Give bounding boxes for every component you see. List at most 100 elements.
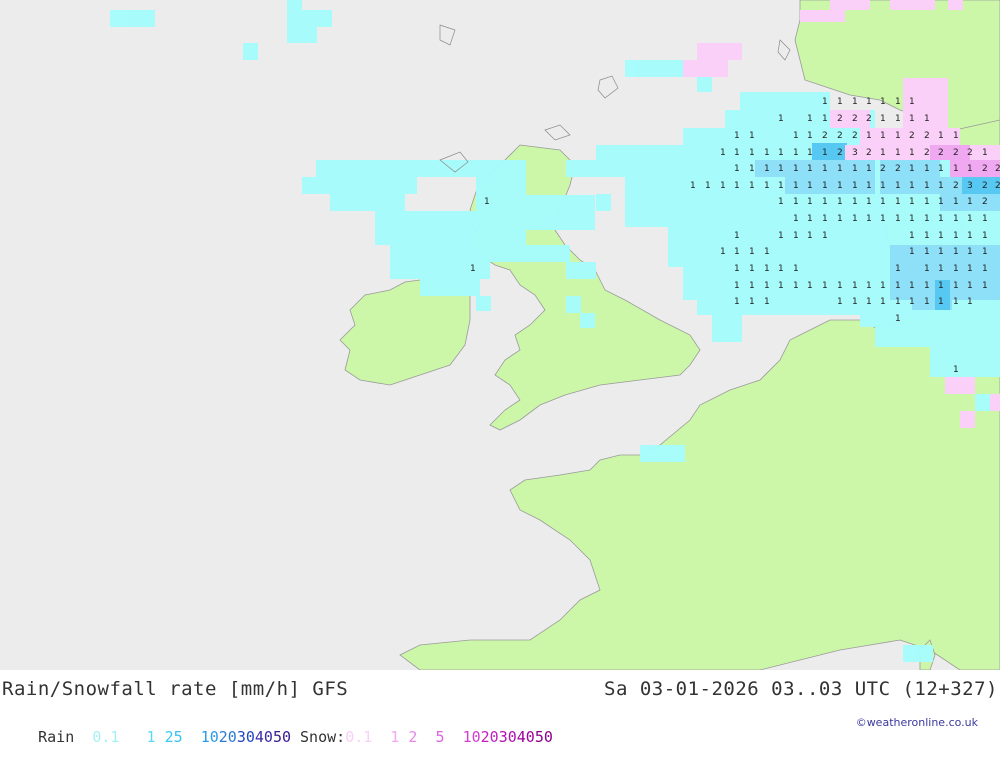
value-label: 1 (967, 281, 973, 291)
value-label: 1 (938, 214, 944, 224)
rain-legend-value: 0.1 (92, 728, 120, 746)
value-label: 2 (895, 164, 901, 174)
value-label: 1 (866, 97, 872, 107)
value-label: 1 (822, 231, 828, 241)
value-label: 1 (924, 281, 930, 291)
rain-legend-value: 30 (236, 728, 255, 746)
value-label: 1 (822, 197, 828, 207)
value-label: 1 (734, 131, 740, 141)
value-label: 2 (967, 148, 973, 158)
value-label: 2 (924, 131, 930, 141)
value-label: 1 (807, 281, 813, 291)
rain-legend-value: 5 (173, 728, 183, 746)
value-label: 1 (909, 247, 915, 257)
value-label: 1 (967, 197, 973, 207)
rain-legend-value: 40 (254, 728, 273, 746)
value-label: 2 (995, 181, 1000, 191)
value-label: 3 (967, 181, 973, 191)
value-label: 1 (924, 114, 930, 124)
value-label: 1 (793, 214, 799, 224)
snow-legend-value: 10 (462, 728, 481, 746)
value-label: 1 (924, 297, 930, 307)
snow-legend-value: 40 (516, 728, 535, 746)
value-label: 1 (778, 197, 784, 207)
value-label: 1 (982, 264, 988, 274)
value-label: 1 (749, 148, 755, 158)
value-label: 1 (734, 297, 740, 307)
value-label: 1 (807, 214, 813, 224)
value-label: 1 (734, 281, 740, 291)
value-label: 1 (895, 264, 901, 274)
value-label: 1 (793, 148, 799, 158)
value-label: 1 (895, 281, 901, 291)
value-label: 1 (837, 164, 843, 174)
value-label: 1 (953, 365, 959, 375)
rain-legend-value: 1 (146, 728, 156, 746)
copyright-link[interactable]: ©weatheronline.co.uk (856, 716, 978, 729)
value-label: 1 (764, 164, 770, 174)
value-label: 1 (938, 231, 944, 241)
value-label: 1 (807, 148, 813, 158)
value-label: 1 (895, 97, 901, 107)
value-label: 1 (807, 197, 813, 207)
value-label: 1 (778, 164, 784, 174)
value-label: 1 (924, 264, 930, 274)
value-label: 1 (880, 131, 886, 141)
value-label: 1 (982, 281, 988, 291)
value-label: 1 (953, 281, 959, 291)
value-label: 1 (967, 214, 973, 224)
value-label: 1 (837, 97, 843, 107)
value-label: 2 (837, 131, 843, 141)
value-label: 1 (938, 131, 944, 141)
map-canvas: 1 1 1 1 1 1 1 1 1 1 2 2 2 1 1 1 1 1 1 1 … (0, 0, 1000, 671)
value-label: 1 (967, 264, 973, 274)
value-label: 1 (880, 148, 886, 158)
value-label: 2 (852, 114, 858, 124)
value-label: 1 (807, 131, 813, 141)
value-label: 1 (778, 231, 784, 241)
value-label: 2 (982, 164, 988, 174)
value-label: 1 (749, 131, 755, 141)
value-label: 1 (982, 214, 988, 224)
snow-legend-value: 5 (435, 728, 445, 746)
value-label: 1 (778, 264, 784, 274)
value-label: 1 (938, 281, 944, 291)
value-label: 1 (866, 297, 872, 307)
value-label: 1 (720, 181, 726, 191)
value-label: 1 (909, 197, 915, 207)
value-label: 1 (484, 197, 490, 207)
rain-legend-value: 2 (164, 728, 174, 746)
value-label: 1 (895, 297, 901, 307)
value-label: 1 (866, 281, 872, 291)
snow-legend-value: 20 (480, 728, 499, 746)
value-label: 2 (866, 148, 872, 158)
value-label: 2 (866, 114, 872, 124)
map-timestamp: Sa 03-01-2026 03..03 UTC (12+327) (604, 678, 998, 700)
value-label: 1 (852, 214, 858, 224)
value-label: 1 (837, 297, 843, 307)
value-label: 1 (866, 197, 872, 207)
value-label: 1 (822, 281, 828, 291)
value-label: 1 (778, 281, 784, 291)
value-label: 1 (734, 148, 740, 158)
value-label: 2 (909, 131, 915, 141)
value-label: 1 (793, 181, 799, 191)
value-label: 1 (764, 181, 770, 191)
value-label: 1 (778, 114, 784, 124)
value-label: 1 (764, 247, 770, 257)
value-label: 1 (909, 164, 915, 174)
value-label: 1 (852, 297, 858, 307)
value-label: 1 (749, 164, 755, 174)
value-label: 1 (880, 197, 886, 207)
color-legend: Rain 0.1 1 25 1020304050 Snow:0.1 1 2 5 … (2, 710, 553, 764)
value-label: 1 (924, 197, 930, 207)
value-label: 2 (837, 114, 843, 124)
value-label: 1 (470, 264, 476, 274)
value-label: 3 (852, 148, 858, 158)
value-label: 2 (953, 148, 959, 158)
value-label: 1 (764, 297, 770, 307)
value-label: 2 (924, 148, 930, 158)
value-label: 1 (967, 247, 973, 257)
value-label: 2 (880, 164, 886, 174)
value-label: 1 (734, 247, 740, 257)
